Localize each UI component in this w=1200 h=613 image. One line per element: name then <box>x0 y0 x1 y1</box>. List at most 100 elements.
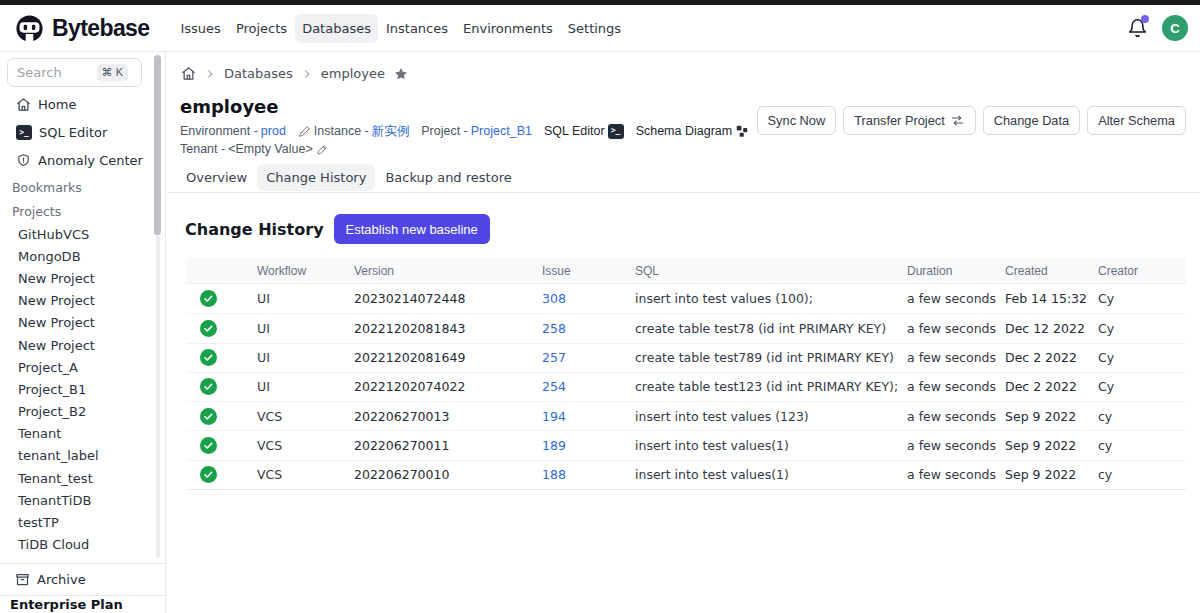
cell-creator: cy <box>1098 409 1186 424</box>
schema-diagram-label[interactable]: Schema Diagram <box>636 122 733 140</box>
issue-link[interactable]: 189 <box>542 438 566 453</box>
cell-workflow: UI <box>257 321 354 336</box>
issue-link[interactable]: 194 <box>542 409 566 424</box>
cell-creator: cy <box>1098 438 1186 453</box>
table-row[interactable]: VCS 202206270013 194 insert into test va… <box>187 401 1186 430</box>
nav-issues[interactable]: Issues <box>173 14 227 43</box>
sidebar-scrollbar-thumb[interactable] <box>154 55 161 235</box>
sidebar-scrollbar-track <box>156 235 160 558</box>
sidebar-project-item[interactable]: Project_A <box>0 356 155 378</box>
brand[interactable]: Bytebase <box>0 12 149 45</box>
transfer-project-button[interactable]: Transfer Project <box>843 106 976 135</box>
sidebar-item-anomaly-center[interactable]: Anomaly Center <box>0 146 159 174</box>
issue-link[interactable]: 254 <box>542 379 566 394</box>
search-input[interactable]: Search ⌘ K <box>7 58 142 87</box>
cell-sql: create table test789 (id int PRIMARY KEY… <box>635 350 907 365</box>
success-check-icon <box>200 349 217 366</box>
nav-instances[interactable]: Instances <box>379 14 455 43</box>
sql-editor-label[interactable]: SQL Editor <box>544 122 605 140</box>
project-label: Project - <box>421 122 468 140</box>
tab-overview[interactable]: Overview <box>177 164 256 191</box>
terminal-icon[interactable]: >_ <box>608 124 624 139</box>
breadcrumb-databases[interactable]: Databases <box>224 66 293 81</box>
table-body: UI 20230214072448 308 insert into test v… <box>187 284 1186 490</box>
shield-icon <box>16 153 31 168</box>
sidebar-project-item[interactable]: New Project <box>0 312 155 334</box>
star-icon[interactable] <box>394 67 408 81</box>
issue-link[interactable]: 258 <box>542 321 566 336</box>
nav-databases[interactable]: Databases <box>295 14 378 43</box>
cell-created: Sep 9 2022 <box>1005 467 1098 482</box>
sidebar-project-item[interactable]: GitHubVCS <box>0 223 155 245</box>
tab-backup-and-restore[interactable]: Backup and restore <box>376 164 520 191</box>
col-creator: Creator <box>1098 264 1186 278</box>
alter-schema-button[interactable]: Alter Schema <box>1087 106 1186 135</box>
table-row[interactable]: UI 20221202074022 254 create table test1… <box>187 372 1186 401</box>
instance-link[interactable]: 新实例 <box>372 122 410 140</box>
sidebar-project-item[interactable]: testTP <box>0 511 155 533</box>
cell-created: Dec 12 2022 <box>1005 321 1098 336</box>
establish-baseline-button[interactable]: Establish new baseline <box>334 214 490 244</box>
col-issue: Issue <box>542 264 635 278</box>
sidebar-item-home[interactable]: Home <box>0 90 159 118</box>
home-icon[interactable] <box>181 66 196 81</box>
archive-label: Archive <box>37 572 86 587</box>
cell-version: 20221202074022 <box>354 379 542 394</box>
transfer-icon <box>950 113 965 128</box>
archive-icon <box>15 572 30 587</box>
nav-environments[interactable]: Environments <box>456 14 560 43</box>
sidebar-project-item[interactable]: TenantTiDB <box>0 489 155 511</box>
issue-link[interactable]: 188 <box>542 467 566 482</box>
sidebar-project-item[interactable]: tenant_label <box>0 445 155 467</box>
sidebar-project-item[interactable]: New Project <box>0 290 155 312</box>
cell-version: 20221202081649 <box>354 350 542 365</box>
cell-version: 20221202081843 <box>354 321 542 336</box>
breadcrumb-employee[interactable]: employee <box>321 66 385 81</box>
sidebar-project-item[interactable]: Tenant <box>0 423 155 445</box>
sidebar-project-item[interactable]: TiDB Cloud <box>0 534 155 556</box>
table-row[interactable]: UI 20221202081649 257 create table test7… <box>187 343 1186 372</box>
sidebar-project-item[interactable]: Project_B2 <box>0 401 155 423</box>
cell-created: Sep 9 2022 <box>1005 409 1098 424</box>
sidebar-project-item[interactable]: Tenant_test <box>0 467 155 489</box>
avatar[interactable]: C <box>1162 15 1188 41</box>
sidebar-item-label: SQL Editor <box>39 125 107 140</box>
table-row[interactable]: UI 20230214072448 308 insert into test v… <box>187 284 1186 313</box>
sync-now-button[interactable]: Sync Now <box>757 106 837 135</box>
cell-duration: a few seconds <box>907 467 1005 482</box>
nav-settings[interactable]: Settings <box>561 14 628 43</box>
cell-created: Dec 2 2022 <box>1005 379 1098 394</box>
table-row[interactable]: VCS 202206270011 189 insert into test va… <box>187 430 1186 459</box>
table-row[interactable]: VCS 202206270010 188 insert into test va… <box>187 460 1186 489</box>
chevron-right-icon <box>302 69 312 79</box>
terminal-icon: >_ <box>16 125 32 140</box>
issue-link[interactable]: 308 <box>542 291 566 306</box>
change-data-button[interactable]: Change Data <box>983 106 1080 135</box>
sidebar-project-item[interactable]: New Project <box>0 267 155 289</box>
sidebar-nav: Home >_ SQL Editor Anomaly Center <box>0 90 159 174</box>
sidebar-project-item[interactable]: MongoDB <box>0 245 155 267</box>
project-link[interactable]: Project_B1 <box>471 122 532 140</box>
schema-diagram-icon[interactable] <box>735 124 749 138</box>
success-check-icon <box>200 408 217 425</box>
sidebar-project-item[interactable]: Project_B1 <box>0 378 155 400</box>
cell-creator: Cy <box>1098 350 1186 365</box>
tab-change-history[interactable]: Change History <box>257 164 375 191</box>
notifications-button[interactable] <box>1126 17 1148 39</box>
table-row[interactable]: UI 20221202081843 258 create table test7… <box>187 313 1186 342</box>
sidebar-project-item[interactable]: New Project <box>0 334 155 356</box>
issue-link[interactable]: 257 <box>542 350 566 365</box>
tabs: Overview Change History Backup and resto… <box>177 164 521 191</box>
cell-version: 202206270010 <box>354 467 542 482</box>
main-content: Databases employee employee Environment … <box>167 52 1200 613</box>
sidebar-item-sql-editor[interactable]: >_ SQL Editor <box>0 118 159 146</box>
environment-link[interactable]: prod <box>261 122 286 140</box>
pencil-icon[interactable] <box>316 143 329 156</box>
change-history-section: Change History Establish new baseline <box>185 214 490 244</box>
nav-projects[interactable]: Projects <box>229 14 294 43</box>
sidebar-bottom: Archive Enterprise Plan <box>0 563 165 613</box>
pen-icon[interactable] <box>298 125 311 138</box>
sidebar-item-archive[interactable]: Archive <box>0 563 165 595</box>
cell-version: 20230214072448 <box>354 291 542 306</box>
col-sql: SQL <box>635 264 907 278</box>
